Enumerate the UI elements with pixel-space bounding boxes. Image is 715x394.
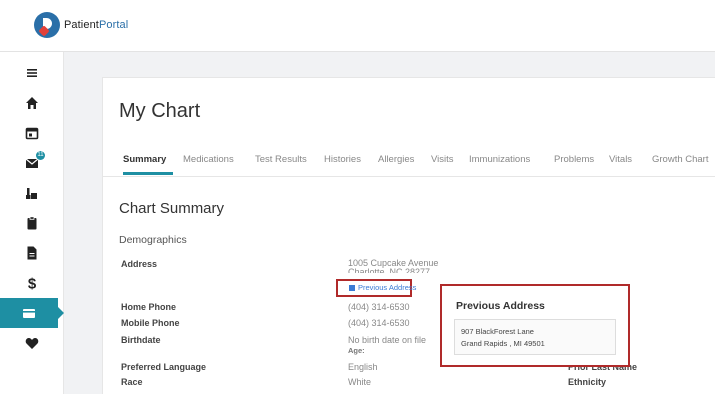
mobile-phone-value: (404) 314-6530 — [348, 318, 410, 328]
race-label: Race — [121, 377, 143, 387]
previous-address-line1: 907 BlackForest Lane — [461, 327, 534, 336]
tab-vitals[interactable]: Vitals — [609, 154, 632, 165]
card-icon — [23, 309, 35, 318]
address-line2: Charlotte, NC 28277 — [348, 267, 431, 277]
chart-tabs: Summary Medications Test Results Histori… — [103, 151, 715, 177]
home-icon — [26, 97, 38, 109]
menu-button[interactable] — [0, 58, 64, 88]
race-value: White — [348, 377, 372, 387]
sidebar-item-documents[interactable] — [0, 238, 64, 268]
tab-immunizations[interactable]: Immunizations — [469, 154, 530, 165]
sidebar-item-home[interactable] — [0, 88, 64, 118]
sidebar-item-appointments[interactable] — [0, 118, 64, 148]
unread-badge: 11 — [36, 151, 45, 160]
clipboard-icon — [27, 216, 37, 230]
active-tab-indicator — [123, 172, 173, 175]
address-book-icon — [349, 285, 355, 292]
popover-title: Previous Address — [456, 300, 545, 312]
heart-icon — [25, 338, 39, 349]
birthdate-value: No birth date on file — [348, 335, 427, 345]
previous-address-line2: Grand Rapids , MI 49501 — [461, 339, 545, 348]
brand-name: PatientPortal — [64, 19, 129, 31]
sidebar-item-records[interactable] — [0, 208, 64, 238]
address-line1: 1005 Cupcake Avenue — [348, 258, 439, 268]
top-bar: PatientPortal — [0, 0, 715, 52]
sidebar: 11 $ — [0, 52, 64, 394]
tab-growth-chart[interactable]: Growth Chart — [652, 154, 709, 165]
tab-histories[interactable]: Histories — [324, 154, 361, 165]
sidebar-item-health[interactable] — [0, 328, 64, 358]
logo-icon — [34, 12, 60, 38]
lab-icon — [26, 188, 37, 199]
tab-summary[interactable]: Summary — [123, 154, 166, 165]
sidebar-item-messages[interactable]: 11 — [0, 148, 64, 178]
demographics-heading: Demographics — [119, 234, 187, 246]
calendar-icon — [25, 127, 39, 140]
sidebar-item-my-chart[interactable] — [0, 298, 64, 328]
birthdate-label: Birthdate — [121, 335, 161, 345]
menu-icon — [27, 69, 37, 77]
sidebar-item-lab[interactable] — [0, 178, 64, 208]
mobile-phone-label: Mobile Phone — [121, 318, 180, 328]
tab-test-results[interactable]: Test Results — [255, 154, 307, 165]
tab-problems[interactable]: Problems — [554, 154, 594, 165]
language-value: English — [348, 362, 378, 372]
svg-text:$: $ — [28, 276, 37, 292]
age-label: Age: — [348, 346, 365, 355]
home-phone-label: Home Phone — [121, 302, 177, 312]
previous-address-box: 907 BlackForest Lane Grand Rapids , MI 4… — [454, 319, 616, 355]
home-phone-value: (404) 314-6530 — [348, 302, 410, 312]
brand-logo[interactable]: PatientPortal — [34, 12, 128, 38]
tab-medications[interactable]: Medications — [183, 154, 234, 165]
ethnicity-label: Ethnicity — [568, 377, 607, 387]
dollar-icon: $ — [28, 276, 37, 292]
address-label: Address — [121, 259, 158, 269]
tab-visits[interactable]: Visits — [431, 154, 454, 165]
section-title: Chart Summary — [119, 200, 225, 217]
document-icon — [27, 246, 37, 260]
previous-address-popover: Previous Address 907 BlackForest Lane Gr… — [440, 284, 630, 367]
my-chart-card: My Chart Summary Medications Test Result… — [102, 77, 715, 394]
language-label: Preferred Language — [121, 362, 207, 372]
page-title: My Chart — [119, 100, 201, 122]
previous-address-link[interactable]: Previous Address — [336, 279, 416, 297]
tab-allergies[interactable]: Allergies — [378, 154, 414, 165]
sidebar-item-billing[interactable]: $ — [0, 268, 64, 298]
